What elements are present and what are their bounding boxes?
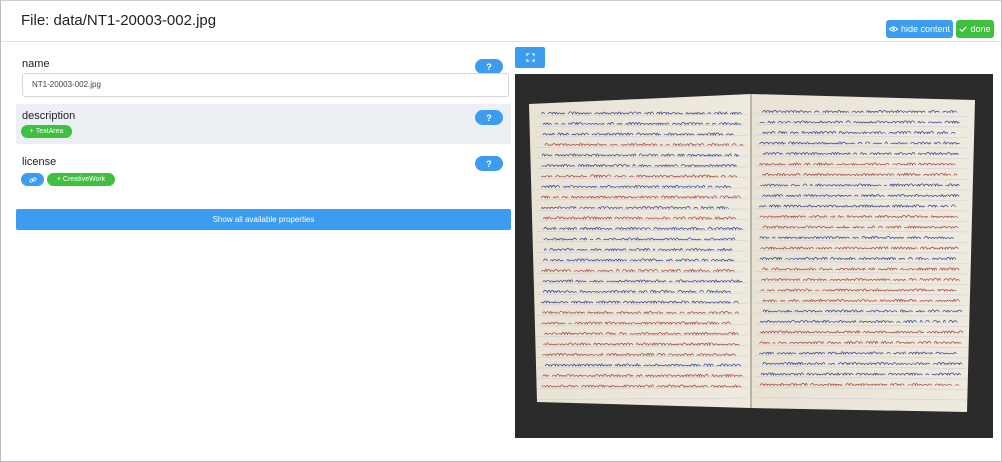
property-label-license: license	[22, 156, 57, 168]
help-button-description[interactable]: ?	[475, 110, 503, 125]
add-textarea-label: TextArea	[35, 128, 64, 135]
add-textarea-button[interactable]: + TextArea	[21, 125, 72, 138]
hide-content-button[interactable]: hide content	[886, 20, 953, 38]
name-input[interactable]: NT1-20003-002.jpg	[22, 73, 509, 97]
document-image	[515, 74, 993, 438]
property-label-description: description	[22, 110, 76, 122]
expand-image-button[interactable]	[515, 47, 545, 68]
property-license: license ? + CreativeWork	[16, 153, 511, 193]
header: File: data/NT1-20003-002.jpg hide conten…	[1, 1, 1001, 42]
property-name: name ? NT1-20003-002.jpg	[16, 53, 511, 98]
plus-icon: +	[29, 128, 34, 135]
show-all-properties-button[interactable]: Show all available properties	[16, 209, 511, 230]
link-icon	[28, 176, 37, 183]
eye-icon	[888, 26, 898, 32]
check-icon	[959, 26, 968, 32]
add-creativework-label: CreativeWork	[62, 176, 106, 183]
property-description: description ? + TextArea	[16, 104, 511, 144]
page-title: File: data/NT1-20003-002.jpg	[21, 12, 217, 29]
notebook-image	[515, 74, 993, 438]
done-label: done	[970, 24, 991, 34]
editor-frame: File: data/NT1-20003-002.jpg hide conten…	[0, 0, 1002, 462]
add-creativework-button[interactable]: + CreativeWork	[47, 173, 115, 186]
hide-content-label: hide content	[900, 24, 951, 34]
help-button-license[interactable]: ?	[475, 156, 503, 171]
plus-icon: +	[56, 176, 61, 183]
add-link-button[interactable]	[21, 173, 44, 186]
property-label-name: name	[22, 58, 50, 70]
done-button[interactable]: done	[956, 20, 994, 38]
help-button-name[interactable]: ?	[475, 59, 503, 74]
expand-icon	[525, 53, 535, 62]
